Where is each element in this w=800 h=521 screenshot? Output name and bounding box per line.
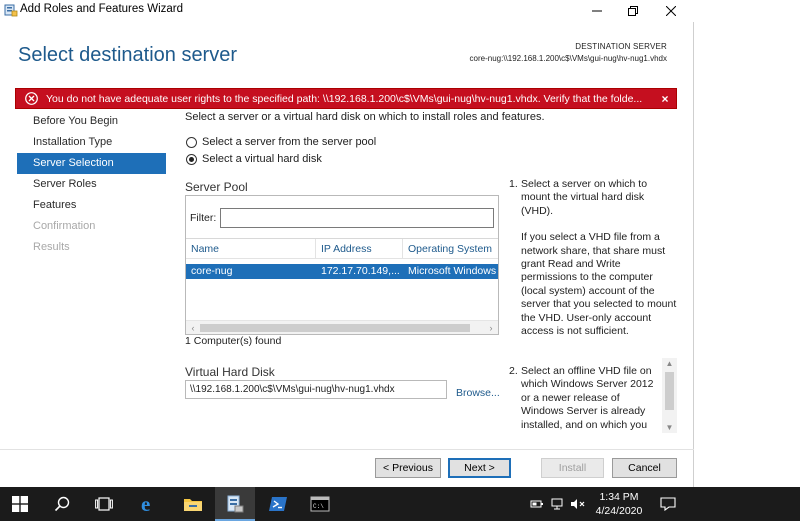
server-manager-icon [4,4,18,17]
clock-date: 4/24/2020 [595,505,643,517]
dismiss-error-button[interactable]: × [654,92,676,106]
notification-icon [660,497,676,511]
close-icon [666,6,676,16]
scroll-down-icon[interactable]: ▼ [662,423,677,432]
cell-name: core-nug [191,265,233,277]
destination-server-label: DESTINATION SERVER [575,42,667,51]
minimize-button[interactable] [580,0,614,22]
command-prompt-button[interactable]: C:\ [300,487,340,521]
action-center-battery-icon[interactable] [530,498,544,510]
file-explorer-button[interactable] [173,487,213,521]
minimize-icon [592,10,602,12]
radio-button-unselected[interactable] [186,136,197,148]
nav-confirmation: Confirmation [33,220,96,232]
task-view-icon [95,497,113,511]
help-step-1: 1. Select a server on which to mount the… [509,178,679,351]
column-name[interactable]: Name [186,239,316,258]
filter-label: Filter: [190,212,217,224]
table-row[interactable]: core-nug 172.17.70.149,... Microsoft Win… [186,264,498,279]
scroll-thumb[interactable] [665,372,674,410]
restore-icon [628,6,638,16]
server-pool-heading: Server Pool [185,180,248,194]
destination-server-value: core-nug:\\192.168.1.200\c$\VMs\gui-nug\… [469,54,667,63]
command-prompt-icon: C:\ [310,496,330,512]
filter-row: Filter: [190,208,495,228]
window-title: Add Roles and Features Wizard [20,3,183,15]
server-grid-header: Name IP Address Operating System [186,238,498,259]
wizard-nav: Before You Begin Installation Type Serve… [17,111,166,258]
nav-features[interactable]: Features [17,195,166,216]
help-step-1-text: Select a server on which to mount the vi… [521,178,648,217]
nav-results: Results [33,241,70,253]
scroll-up-icon[interactable]: ▲ [662,359,677,368]
nav-server-roles[interactable]: Server Roles [17,174,166,195]
maximize-button[interactable] [616,0,650,22]
title-bar[interactable]: Add Roles and Features Wizard [0,0,694,22]
volume-muted-icon[interactable] [570,498,586,510]
error-icon [25,92,38,105]
wizard-window: Add Roles and Features Wizard Select des… [0,0,694,487]
scroll-thumb[interactable] [200,324,470,332]
install-button: Install [541,458,604,478]
help-step-2: 2. Select an offline VHD file on which W… [509,358,679,433]
scroll-left-icon[interactable]: ‹ [186,321,200,335]
help-step-2-number: 2. [509,365,518,377]
scroll-right-icon[interactable]: › [484,321,498,335]
horizontal-scrollbar[interactable]: ‹ › [186,320,498,334]
svg-text:e: e [141,494,150,514]
powershell-icon [269,497,287,511]
radio-button-selected[interactable] [186,153,197,165]
search-icon [54,496,70,512]
cell-operating-system: Microsoft Windows [408,265,497,277]
previous-button[interactable]: < Previous [375,458,441,478]
intro-text: Select a server or a virtual hard disk o… [185,111,545,123]
error-banner: You do not have adequate user rights to … [15,88,677,109]
nav-server-selection[interactable]: Server Selection [17,153,166,174]
filter-input[interactable] [220,208,495,228]
system-tray [530,496,586,512]
cell-ip-address: 172.17.70.149,... [321,265,400,277]
notifications-button[interactable] [648,487,688,521]
taskbar-clock[interactable]: 1:34 PM 4/24/2020 [588,490,650,518]
windows-logo-icon [12,496,28,512]
help-step-1-number: 1. [509,178,518,190]
vhd-heading: Virtual Hard Disk [185,365,275,379]
server-manager-icon [227,495,244,513]
column-operating-system[interactable]: Operating System [403,239,498,258]
server-manager-taskbar-button[interactable] [215,487,255,521]
network-icon[interactable] [550,498,564,510]
radio-virtual-hard-disk[interactable]: Select a virtual hard disk [186,153,322,165]
help-step-1-note: If you select a VHD file from a network … [521,231,677,338]
radio-server-pool-label: Select a server from the server pool [202,136,377,148]
next-button[interactable]: Next > [448,458,511,478]
page-title: Select destination server [18,44,238,66]
footer-divider [0,449,694,450]
folder-icon [184,499,202,511]
search-button[interactable] [42,487,82,521]
edge-icon: e [141,494,150,514]
powershell-button[interactable] [258,487,298,521]
browse-link[interactable]: Browse... [456,387,500,399]
task-view-button[interactable] [84,487,124,521]
nav-installation-type[interactable]: Installation Type [17,132,166,153]
radio-server-pool[interactable]: Select a server from the server pool [186,136,376,148]
radio-vhd-label: Select a virtual hard disk [202,153,322,165]
column-ip-address[interactable]: IP Address [316,239,403,258]
edge-browser-button[interactable]: e [129,487,169,521]
server-pool-box: Filter: Name IP Address Operating System… [185,195,499,335]
computer-count: 1 Computer(s) found [185,335,282,347]
close-window-button[interactable] [654,0,688,22]
vhd-path-input[interactable]: \\192.168.1.200\c$\VMs\gui-nug\hv-nug1.v… [185,380,447,399]
taskbar: e C:\ 1:34 PM 4/24/2020 [0,487,800,521]
cancel-button[interactable]: Cancel [612,458,677,478]
svg-text:C:\: C:\ [313,503,324,510]
help-step-2-text: Select an offline VHD file on which Wind… [521,365,654,433]
help-vertical-scrollbar[interactable]: ▲ ▼ [662,358,677,433]
error-message: You do not have adequate user rights to … [46,92,643,105]
clock-time: 1:34 PM [599,491,639,503]
nav-before-you-begin[interactable]: Before You Begin [17,111,166,132]
start-button[interactable] [0,487,40,521]
